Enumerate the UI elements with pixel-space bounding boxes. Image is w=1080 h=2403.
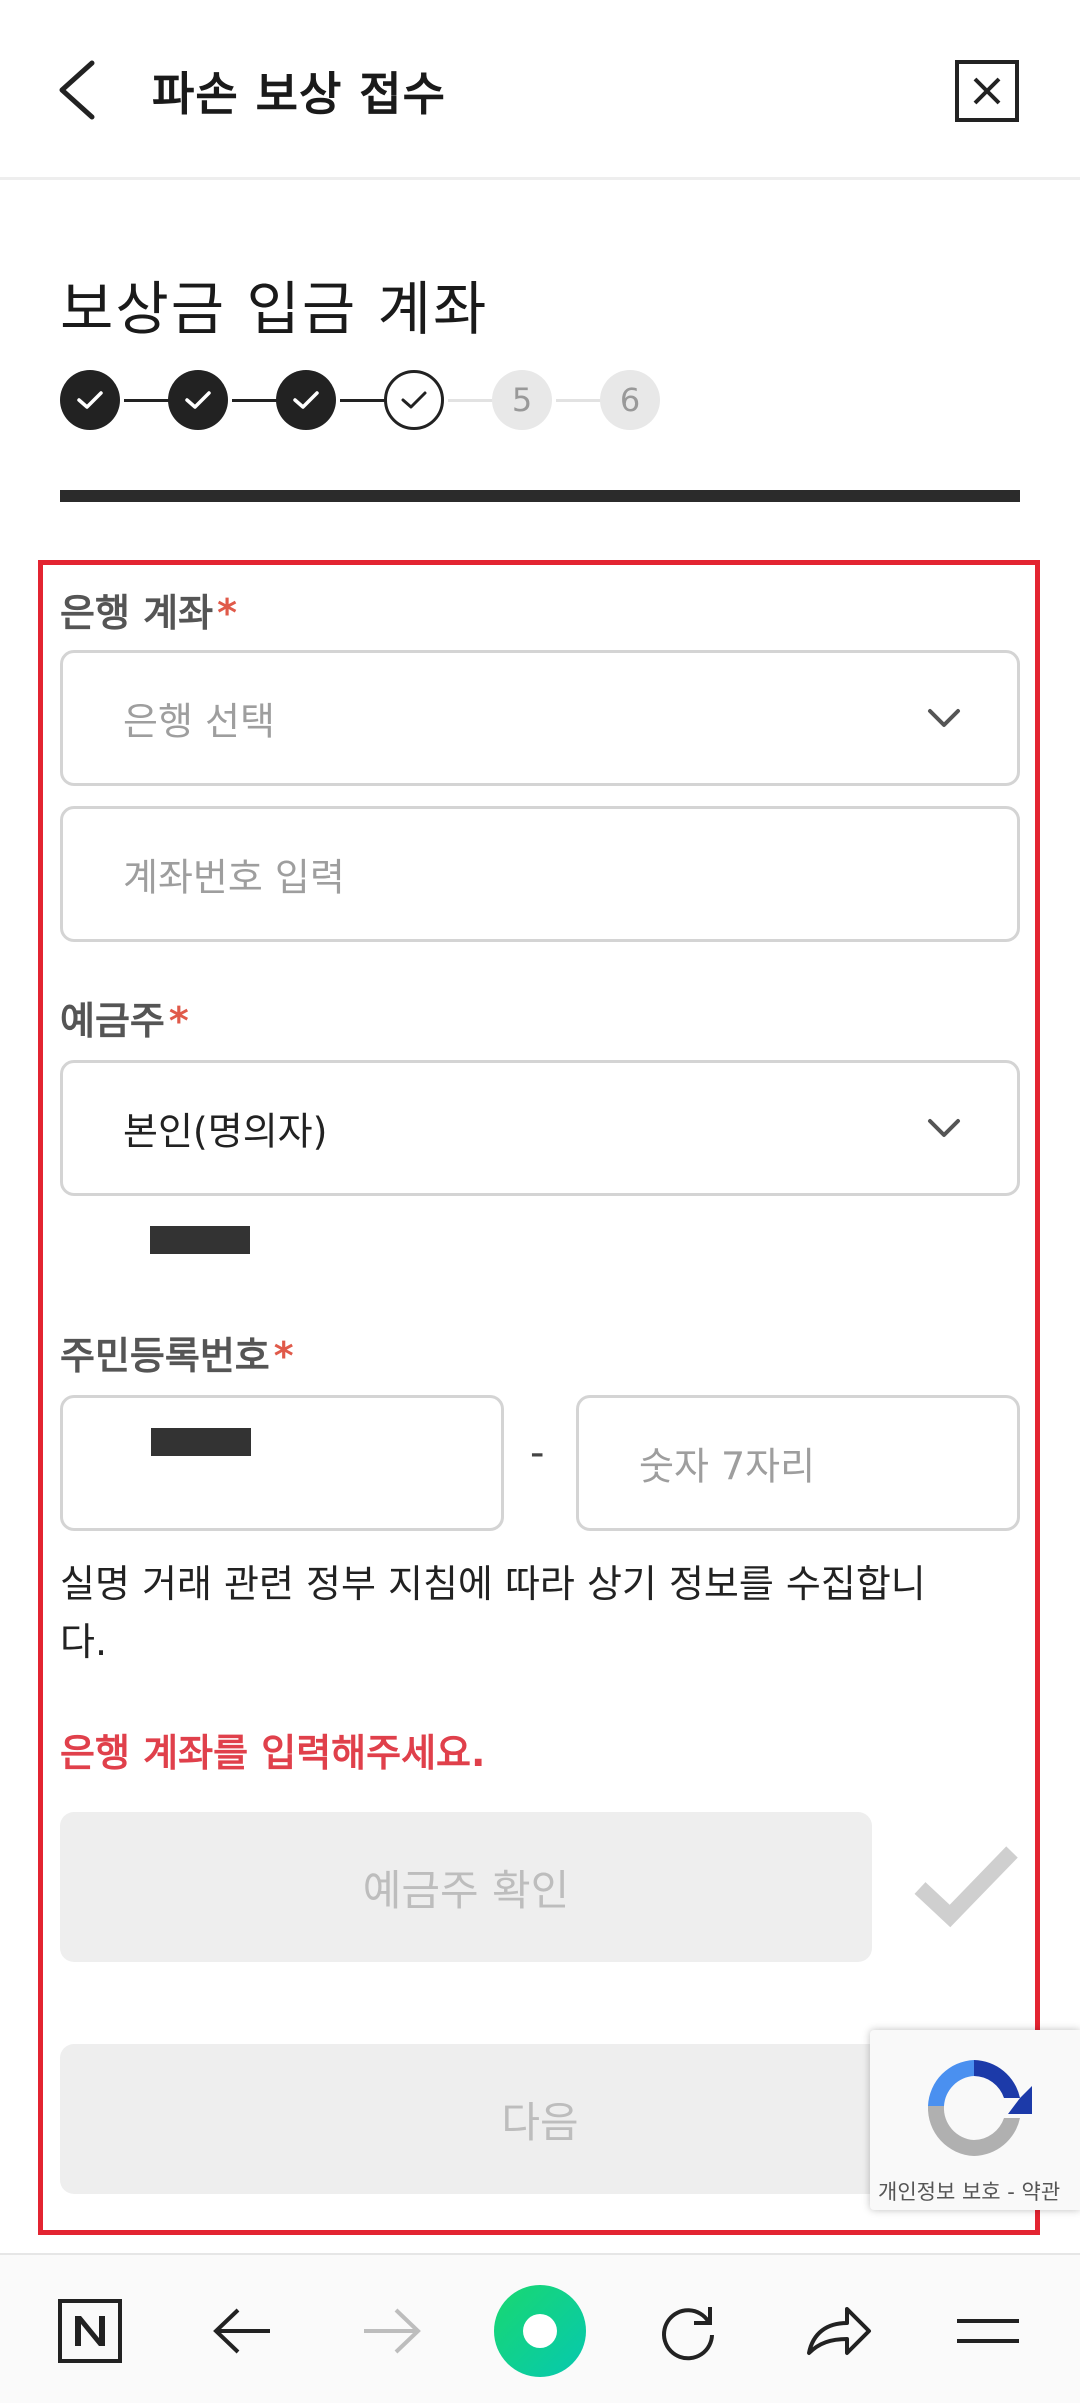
- browser-bottom-bar: [0, 2253, 1080, 2403]
- depositor-select[interactable]: 본인(명의자): [60, 1060, 1020, 1196]
- required-mark: *: [273, 1334, 294, 1378]
- step-connector: [124, 399, 172, 402]
- green-dot-button[interactable]: [494, 2285, 586, 2377]
- naver-n-icon: [58, 2299, 122, 2363]
- checkmark-icon: [914, 1846, 1018, 1928]
- step-5: 5: [492, 370, 552, 430]
- rrn-label: 주민등록번호 *: [60, 1325, 294, 1380]
- step-connector: [340, 399, 388, 402]
- bank-select[interactable]: 은행 선택: [60, 650, 1020, 786]
- step-connector: [556, 399, 604, 402]
- menu-button[interactable]: [952, 2295, 1024, 2367]
- check-icon: [401, 391, 427, 409]
- step-6: 6: [600, 370, 660, 430]
- verify-depositor-button[interactable]: 예금주 확인: [60, 1812, 872, 1962]
- step-4-current: [384, 370, 444, 430]
- share-icon: [807, 2307, 871, 2355]
- recaptcha-badge[interactable]: 개인정보 보호 - 약관: [870, 2030, 1080, 2210]
- depositor-label: 예금주 *: [60, 990, 189, 1045]
- depositor-value: 본인(명의자): [123, 1109, 328, 1154]
- redacted-name: [150, 1226, 250, 1254]
- rrn-back-input[interactable]: 숫자 7자리: [576, 1395, 1020, 1531]
- green-dot-icon: [523, 2314, 557, 2348]
- step-indicator: 5 6: [60, 370, 680, 430]
- check-icon: [185, 391, 211, 409]
- browser-back-button[interactable]: [206, 2295, 278, 2367]
- rrn-label-text: 주민등록번호: [60, 1334, 270, 1378]
- depositor-label-text: 예금주: [60, 999, 165, 1043]
- rrn-back-placeholder: 숫자 7자리: [639, 1444, 816, 1489]
- check-icon: [293, 391, 319, 409]
- check-icon: [77, 391, 103, 409]
- forward-arrow-icon: [364, 2308, 421, 2354]
- step-1-done: [60, 370, 120, 430]
- account-number-input[interactable]: 계좌번호 입력: [60, 806, 1020, 942]
- bank-account-label: 은행 계좌 *: [60, 582, 237, 637]
- redacted-rrn-front: [151, 1428, 251, 1456]
- section-divider: [60, 490, 1020, 502]
- app-header: 파손 보상 접수: [0, 0, 1080, 180]
- chevron-down-icon: [928, 1119, 960, 1137]
- naver-home-button[interactable]: [54, 2295, 126, 2367]
- close-button[interactable]: [955, 60, 1019, 122]
- back-button[interactable]: [50, 55, 110, 125]
- bank-select-placeholder: 은행 선택: [123, 699, 275, 744]
- chevron-left-icon: [59, 60, 95, 120]
- header-title: 파손 보상 접수: [152, 67, 446, 121]
- step-2-done: [168, 370, 228, 430]
- close-icon: [973, 77, 1001, 105]
- share-button[interactable]: [802, 2295, 874, 2367]
- rrn-front-input[interactable]: [60, 1395, 504, 1531]
- refresh-icon: [662, 2307, 714, 2361]
- step-connector: [232, 399, 280, 402]
- step-connector: [448, 399, 496, 402]
- required-mark: *: [217, 591, 237, 635]
- menu-icon: [957, 2319, 1019, 2343]
- bank-account-label-text: 은행 계좌: [60, 591, 214, 635]
- error-message: 은행 계좌를 입력해주세요.: [60, 1731, 486, 1775]
- privacy-notice: 실명 거래 관련 정부 지침에 따라 상기 정보를 수집합니다.: [60, 1562, 926, 1664]
- browser-forward-button[interactable]: [356, 2295, 428, 2367]
- back-arrow-icon: [213, 2308, 270, 2354]
- refresh-button[interactable]: [652, 2295, 724, 2367]
- recaptcha-icon: [927, 2060, 1032, 2156]
- page-title: 보상금 입금 계좌: [60, 275, 489, 343]
- step-3-done: [276, 370, 336, 430]
- required-mark: *: [168, 999, 189, 1043]
- chevron-down-icon: [928, 709, 960, 727]
- recaptcha-footer[interactable]: 개인정보 보호 - 약관: [878, 2176, 1060, 2206]
- account-number-placeholder: 계좌번호 입력: [123, 855, 345, 900]
- rrn-dash: -: [530, 1430, 545, 1476]
